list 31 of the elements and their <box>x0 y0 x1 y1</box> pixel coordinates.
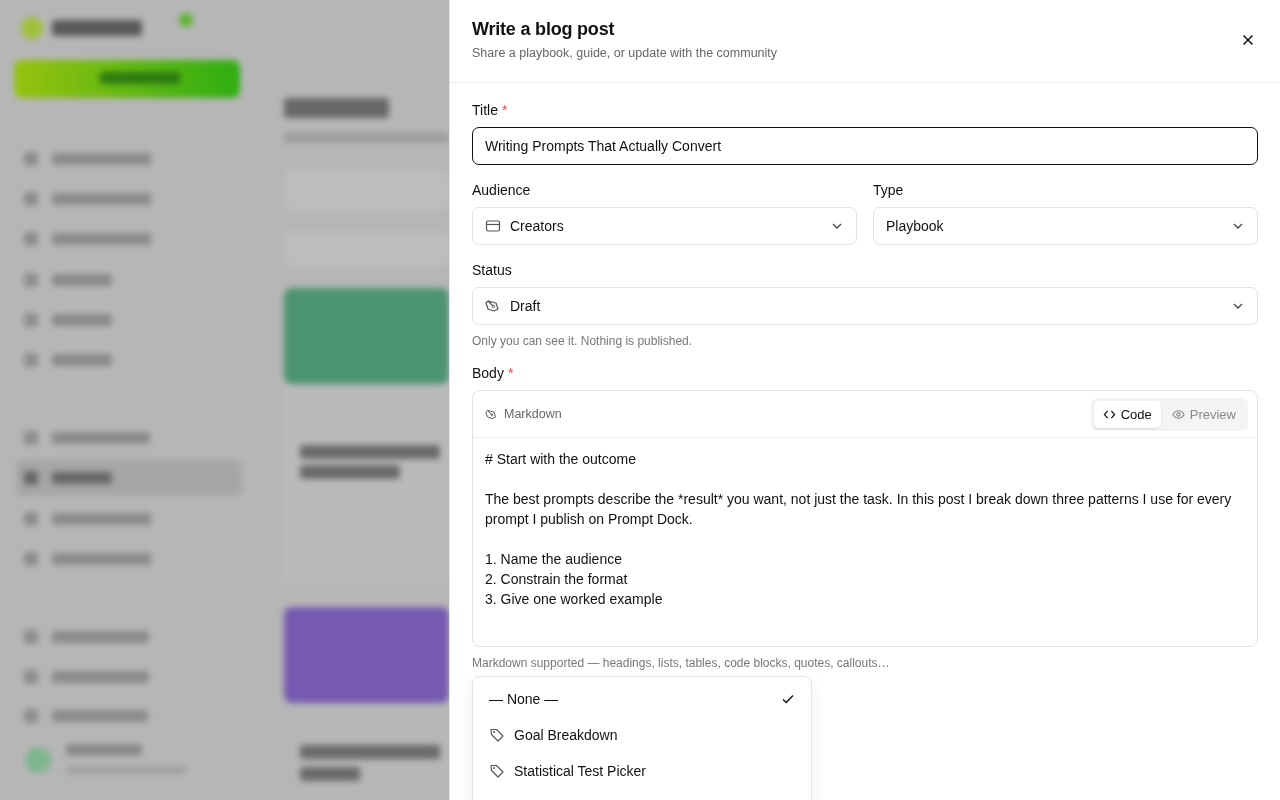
title-field[interactable]: Writing Prompts That Actually Convert <box>472 127 1258 165</box>
dropdown-option[interactable]: Goal Breakdown <box>477 717 807 753</box>
field-label: Type <box>873 182 904 198</box>
select-value: Draft <box>510 298 541 314</box>
field-label: Title <box>472 102 498 118</box>
mode-tab[interactable]: Code <box>1093 400 1161 428</box>
status-select[interactable]: Draft <box>472 287 1258 325</box>
required-mark: * <box>501 102 508 118</box>
required-mark: * <box>507 365 514 381</box>
field-label: Audience <box>472 182 531 198</box>
field-hint: Only you can see it. Nothing is published. <box>472 334 694 348</box>
field-label: Status <box>472 262 512 278</box>
drawer-title: Write a blog post <box>472 19 616 40</box>
body-field[interactable]: # Start with the outcome The best prompts describe the *result* you want, not just the task. In this post I break down three patterns I use for every prompt I publish on Prompt Dock. 1. Name the audience 2. Constrain the format 3. Give one worked example <box>473 438 1257 646</box>
format-label: Markdown <box>504 407 562 421</box>
pen-icon <box>485 407 498 421</box>
type-select[interactable]: Playbook <box>873 207 1258 245</box>
close-icon <box>1242 34 1254 46</box>
dropdown-option[interactable]: Statistical Test Picker <box>477 753 807 789</box>
field-hint: Markdown supported — headings, lists, tables, code blocks, quotes, callouts… <box>472 656 891 670</box>
select-value: Playbook <box>886 218 944 234</box>
field-label: Body <box>472 365 504 381</box>
pen-icon <box>485 298 501 314</box>
audience-select[interactable]: Creators <box>472 207 857 245</box>
dropdown-option[interactable]: — None — <box>477 681 807 717</box>
tag-icon <box>489 727 505 743</box>
select-value: Creators <box>510 218 564 234</box>
tag-icon <box>489 763 505 779</box>
card-icon <box>485 218 501 234</box>
eye-icon <box>1171 407 1185 421</box>
drawer-subtitle: Share a playbook, guide, or update with the community <box>472 46 778 60</box>
